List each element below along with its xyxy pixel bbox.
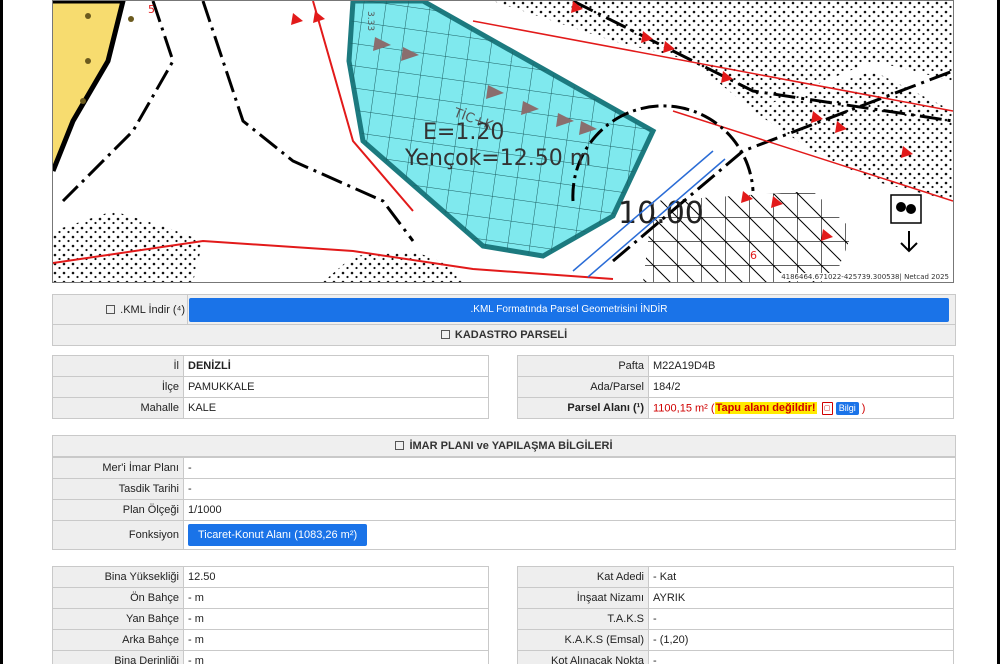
map-canvas: TİC+K E=1.20 Yençok=12.50 m 10.00 3.33 5… (53, 1, 953, 282)
row-value-plan: - (183, 457, 956, 479)
table-row: Mahalle KALE (52, 397, 489, 419)
row-label: Arka Bahçe (52, 629, 184, 651)
row-label: Fonksiyon (52, 520, 184, 550)
row-label: Bina Derinliği (52, 650, 184, 664)
table-row: K.A.K.S (Emsal) - (1,20) (517, 629, 954, 651)
row-value: - (648, 650, 954, 664)
fonksiyon-button[interactable]: Ticaret-Konut Alanı (1083,26 m²) (188, 524, 368, 546)
row-value-olcek: 1/1000 (183, 499, 956, 521)
checkbox-icon (106, 304, 116, 314)
row-label: Ada/Parsel (517, 376, 649, 398)
table-row: Plan Ölçeği 1/1000 (52, 499, 956, 521)
checkbox-icon (395, 440, 405, 450)
table-row: İnşaat Nizamı AYRIK (517, 587, 954, 609)
north-arrow-icon (887, 191, 931, 253)
table-row: T.A.K.S - (517, 608, 954, 630)
row-label: Plan Ölçeği (52, 499, 184, 521)
row-value-ilce: PAMUKKALE (183, 376, 489, 398)
parcel-area-value: 1100,15 m² (653, 401, 708, 414)
row-label: Mahalle (52, 397, 184, 419)
map-label-emsal: E=1.20 (423, 120, 504, 145)
kadastro-section-title: KADASTRO PARSELİ (52, 324, 956, 346)
table-row: İlçe PAMUKKALE (52, 376, 489, 398)
row-value: - (648, 608, 954, 630)
row-value: 12.50 (183, 566, 489, 588)
parcel-area-label: Parsel Alanı (¹) (517, 397, 649, 419)
table-row: Bina Yüksekliği 12.50 (52, 566, 489, 588)
imar-section-title: İMAR PLANI ve YAPILAŞMA BİLGİLERİ (52, 435, 956, 457)
row-label: Bina Yüksekliği (52, 566, 184, 588)
table-row: Ada/Parsel 184/2 (517, 376, 954, 398)
row-value: - m (183, 608, 489, 630)
table-row: Bina Derinliği - m (52, 650, 489, 664)
row-value: - m (183, 629, 489, 651)
row-label: İlçe (52, 376, 184, 398)
row-label: Mer'i İmar Planı (52, 457, 184, 479)
table-row: Parsel Alanı (¹) 1100,15 m² (Tapu alanı … (517, 397, 954, 419)
table-row: Kat Adedi - Kat (517, 566, 954, 588)
info-button[interactable]: Bilgi (835, 401, 859, 415)
map-label-small-2: 5 (148, 3, 155, 16)
row-label: Ön Bahçe (52, 587, 184, 609)
row-value-il: DENİZLİ (183, 355, 489, 377)
table-row: Arka Bahçe - m (52, 629, 489, 651)
table-row: Pafta M22A19D4B (517, 355, 954, 377)
table-row: Yan Bahçe - m (52, 608, 489, 630)
row-label: Yan Bahçe (52, 608, 184, 630)
map-credit: 4186464.671022-425739.300538| Netcad 202… (779, 273, 951, 281)
row-label: K.A.K.S (Emsal) (517, 629, 649, 651)
map-label-small-3: 6 (750, 249, 757, 262)
yapilasma-right-table: Kat Adedi - Kat İnşaat Nizamı AYRIK T.A.K.… (517, 566, 954, 664)
imar-table: Mer'i İmar Planı - Tasdik Tarihi - Plan Öl… (52, 457, 956, 550)
row-label: Kat Adedi (517, 566, 649, 588)
tapu-warning: Tapu alanı değildir! (714, 401, 817, 414)
row-value: AYRIK (648, 587, 954, 609)
kml-download-row: .KML İndir (⁴) .KML Formatında Parsel Ge… (52, 294, 956, 326)
row-label: Pafta (517, 355, 649, 377)
pdf-icon[interactable]: ▢ (821, 401, 833, 415)
row-value: - Kat (648, 566, 954, 588)
kadastro-right-table: Pafta M22A19D4B Ada/Parsel 184/2 Parsel Al… (517, 355, 954, 419)
row-value-mahalle: KALE (183, 397, 489, 419)
yapilasma-left-table: Bina Yüksekliği 12.50 Ön Bahçe - m Yan Bah… (52, 566, 489, 664)
row-value: - m (183, 650, 489, 664)
page: TİC+K E=1.20 Yençok=12.50 m 10.00 3.33 5… (3, 0, 997, 664)
row-value-pafta: M22A19D4B (648, 355, 954, 377)
kml-label: .KML İndir (⁴) (53, 295, 185, 325)
table-row: Kot Alınacak Nokta - (517, 650, 954, 664)
table-row: Ön Bahçe - m (52, 587, 489, 609)
row-label: İnşaat Nizamı (517, 587, 649, 609)
kadastro-left-table: İl DENİZLİ İlçe PAMUKKALE Mahalle KALE (52, 355, 489, 419)
table-row: Tasdik Tarihi - (52, 478, 956, 500)
table-row: Fonksiyon Ticaret-Konut Alanı (1083,26 m… (52, 520, 956, 550)
row-label: T.A.K.S (517, 608, 649, 630)
zoning-map[interactable]: TİC+K E=1.20 Yençok=12.50 m 10.00 3.33 5… (52, 0, 954, 283)
row-label: Tasdik Tarihi (52, 478, 184, 500)
row-value-tasdik: - (183, 478, 956, 500)
map-label-height: Yençok=12.50 m (404, 146, 591, 171)
kml-download-button[interactable]: .KML Formatında Parsel Geometrisini İNDİ… (189, 298, 949, 322)
checkbox-icon (440, 329, 450, 339)
parcel-area-cell: 1100,15 m² (Tapu alanı değildir! ▢ Bilgi… (648, 397, 954, 419)
table-row: İl DENİZLİ (52, 355, 489, 377)
table-row: Mer'i İmar Planı - (52, 457, 956, 479)
map-label-small-1: 3.33 (365, 11, 375, 31)
row-value: - (1,20) (648, 629, 954, 651)
row-label: İl (52, 355, 184, 377)
row-value: - m (183, 587, 489, 609)
row-label: Kot Alınacak Nokta (517, 650, 649, 664)
row-value-ada-parsel: 184/2 (648, 376, 954, 398)
